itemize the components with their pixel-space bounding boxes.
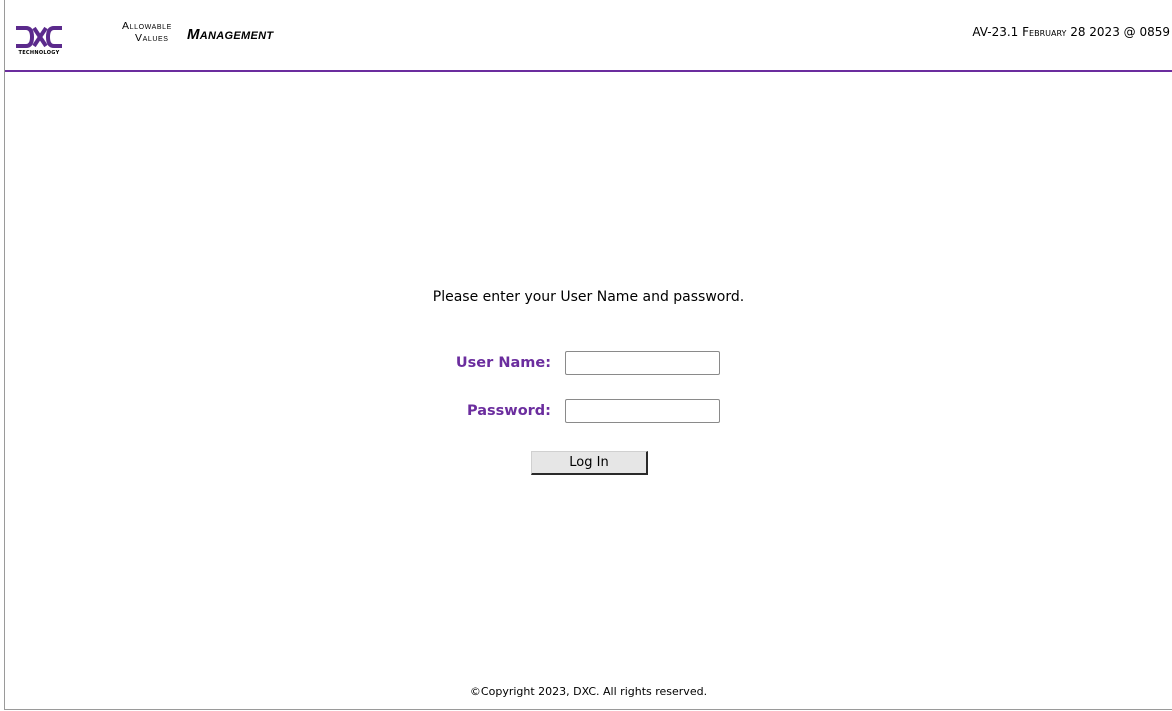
version-info: AV-23.1 February 28 2023 @ 0859 [972,25,1170,39]
password-row: Password: [5,399,1172,423]
password-input[interactable] [565,399,720,423]
page-frame: TECHNOLOGY Allowable Values Management A… [4,0,1172,710]
username-input[interactable] [565,351,720,375]
username-row: User Name: [5,351,1172,375]
title-main: Management [187,26,274,43]
login-button[interactable]: Log In [531,451,648,475]
dxc-logo: TECHNOLOGY [14,24,64,60]
password-label: Password: [467,403,551,419]
title-line1: Allowable [122,20,172,32]
copyright-footer: ©Copyright 2023, DXC. All rights reserve… [469,685,708,698]
logo-subtext: TECHNOLOGY [18,50,60,56]
login-prompt: Please enter your User Name and password… [432,289,745,305]
username-label: User Name: [455,355,551,371]
app-header: TECHNOLOGY Allowable Values Management A… [5,0,1172,72]
dxc-logo-icon [16,26,62,48]
title-line2: Values [135,32,169,44]
